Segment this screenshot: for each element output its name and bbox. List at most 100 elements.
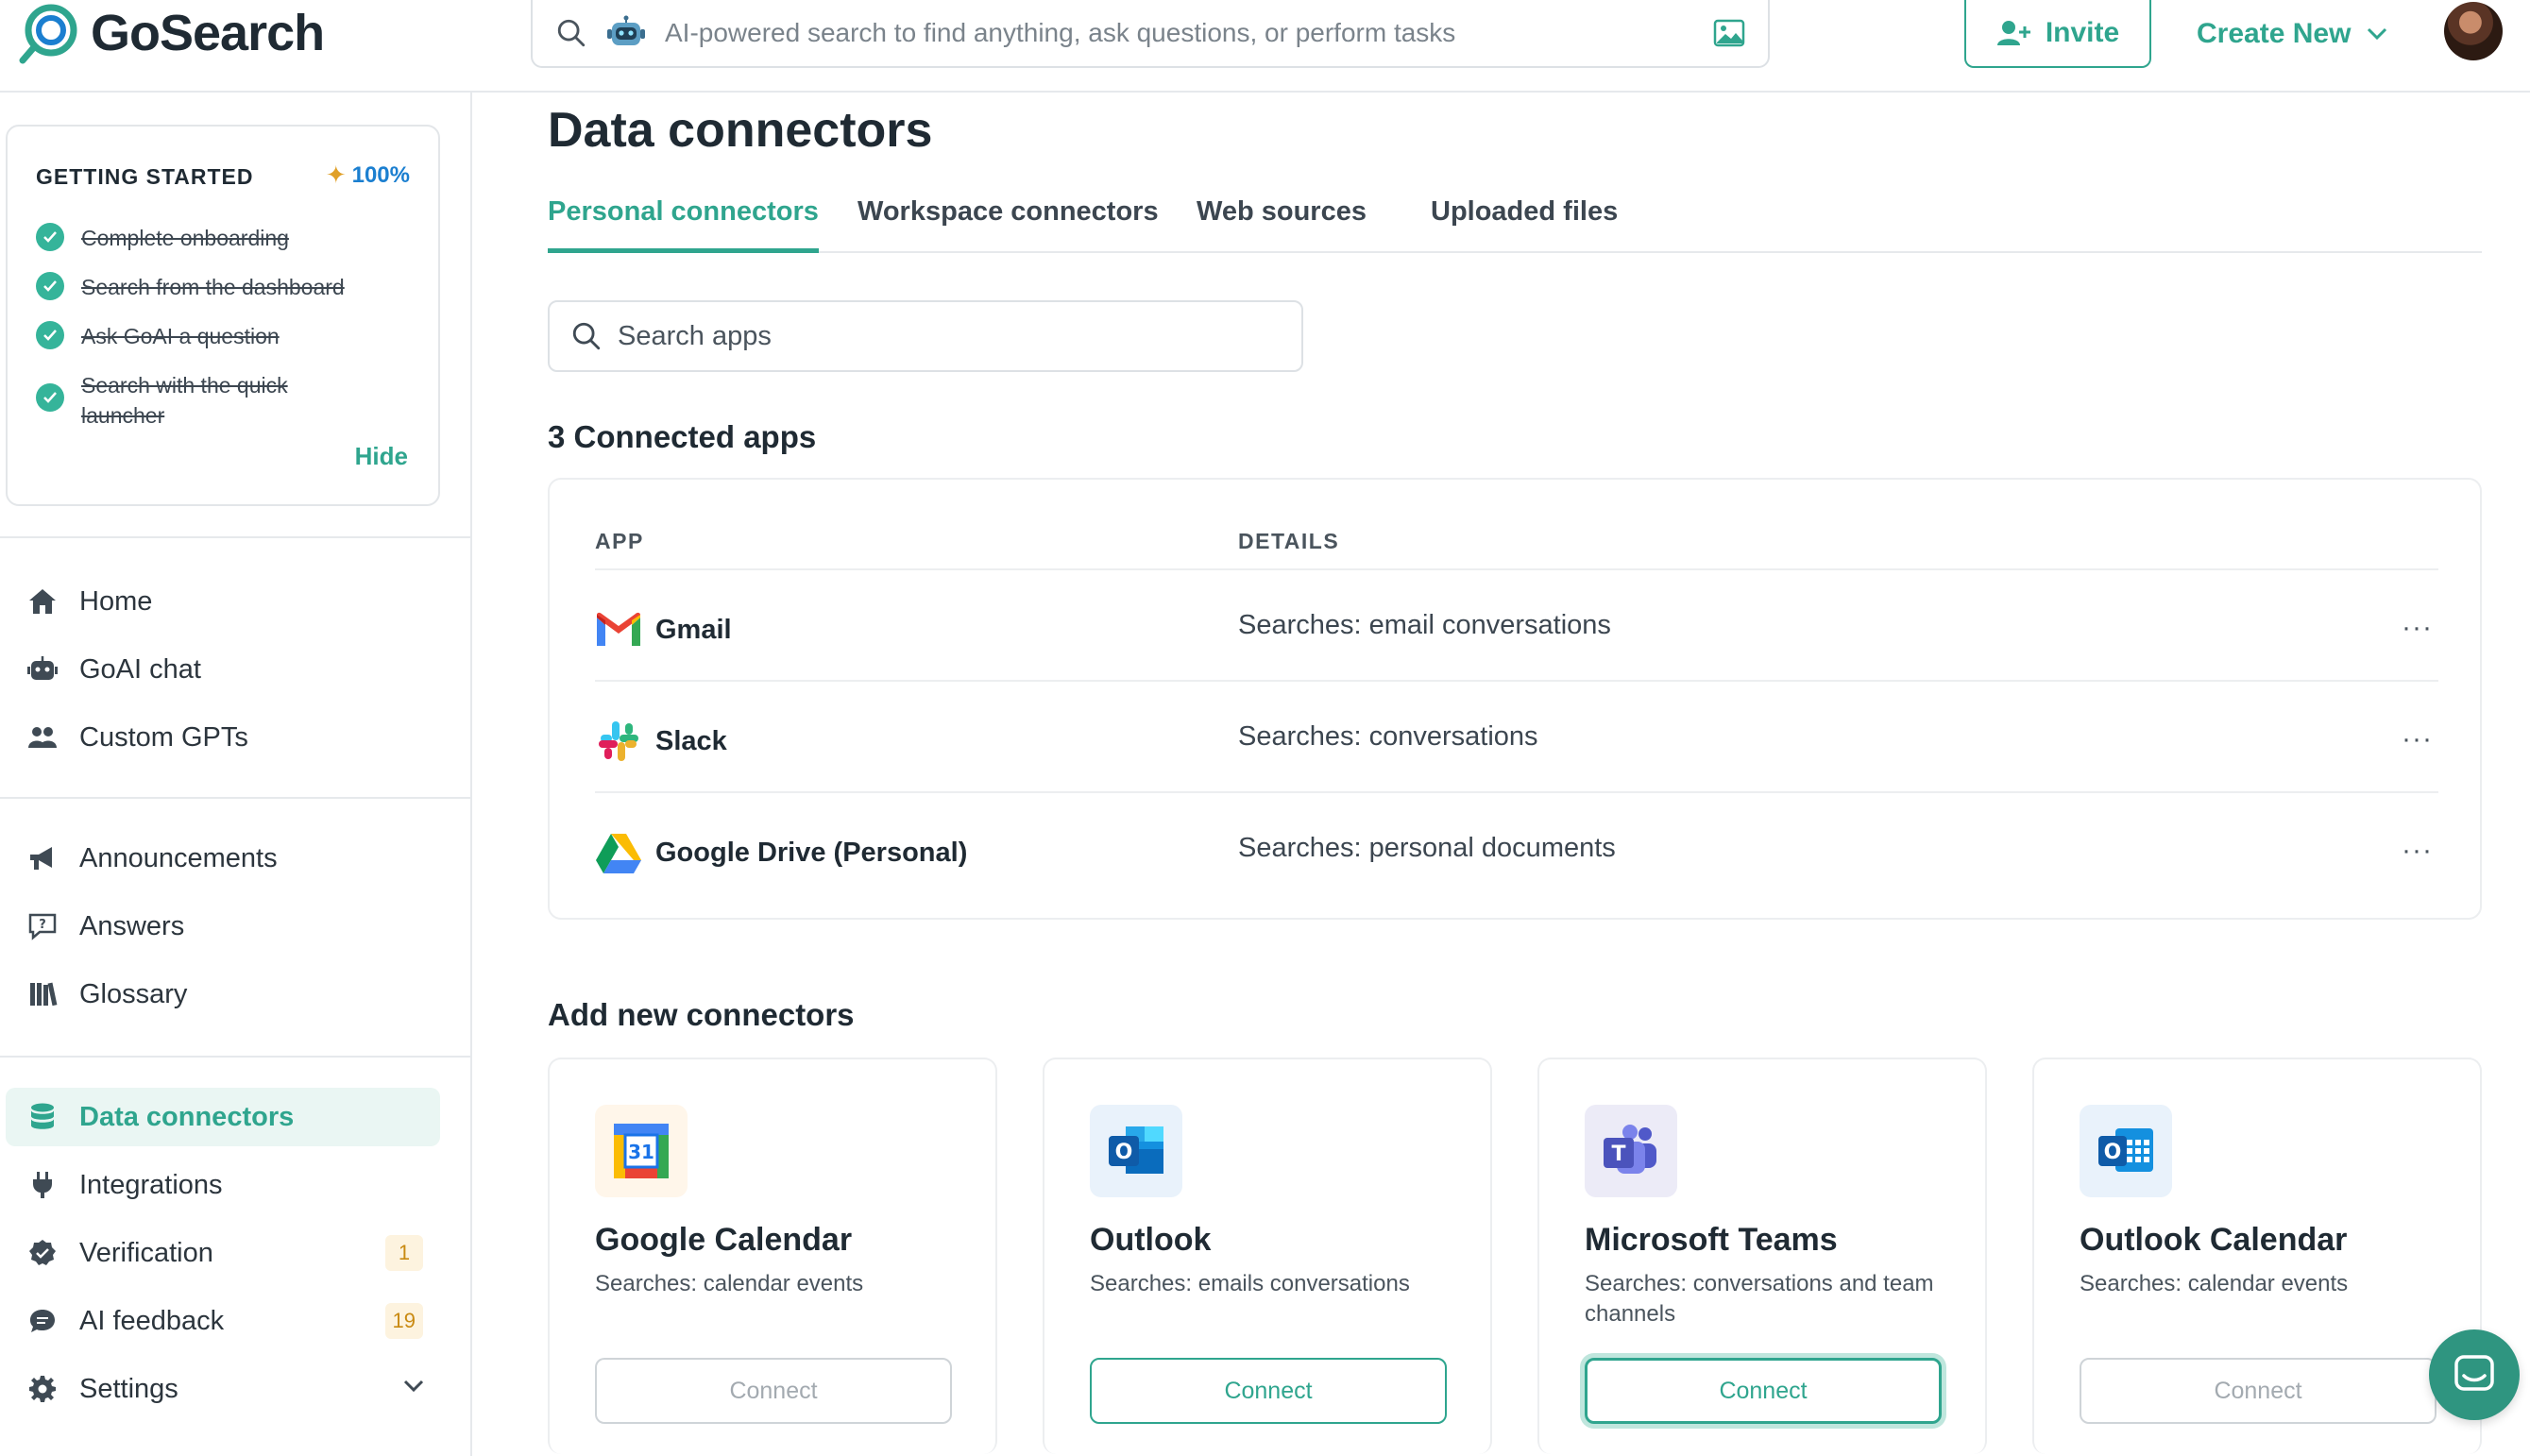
search-apps-input[interactable]: Search apps [548, 300, 1303, 372]
teams-letter: T [1611, 1143, 1625, 1166]
connected-apps-table: APP DETAILS Gmail Searches: email conver… [548, 478, 2482, 920]
table-row[interactable]: Gmail Searches: email conversations ··· [595, 568, 2438, 680]
feedback-icon [26, 1305, 59, 1337]
more-options-button[interactable]: ··· [2402, 612, 2433, 644]
sidebar-item-announcements[interactable]: Announcements [6, 829, 440, 888]
google-drive-icon [595, 829, 642, 876]
sidebar: GETTING STARTED ✦ 100% Complete onboardi… [0, 93, 472, 1456]
more-options-button[interactable]: ··· [2402, 835, 2433, 867]
clapping-hands-icon: ✦ [325, 161, 347, 189]
progress-percent: 100% [351, 161, 410, 188]
checklist-item-label: Search from the dashboard [81, 275, 345, 299]
sidebar-item-goai-chat[interactable]: GoAI chat [6, 640, 440, 699]
app-details: Searches: email conversations [1238, 610, 1611, 640]
image-search-icon[interactable] [1713, 19, 1745, 47]
home-icon [26, 585, 59, 618]
microsoft-teams-icon: T [1585, 1105, 1677, 1197]
getting-started-title: GETTING STARTED [36, 164, 254, 189]
gear-icon [26, 1373, 59, 1405]
connect-button[interactable]: Connect [595, 1358, 952, 1424]
table-row[interactable]: Google Drive (Personal) Searches: person… [595, 791, 2438, 903]
sidebar-item-verification[interactable]: Verification 1 [6, 1224, 440, 1282]
sidebar-item-label: Announcements [79, 842, 278, 873]
create-new-label: Create New [2197, 18, 2352, 49]
chevron-down-icon [2368, 27, 2387, 41]
checklist-item-label: Search with the quick launcher [81, 373, 288, 428]
gmail-icon [595, 606, 642, 653]
checklist-item[interactable]: Ask GoAI a question [36, 321, 280, 351]
top-bar: GoSearch AI-powered search to find anyth… [0, 0, 2530, 93]
check-circle-icon [36, 383, 64, 412]
outlook-calendar-letter: O [2104, 1141, 2122, 1164]
app-details: Searches: personal documents [1238, 833, 1616, 863]
sidebar-divider [0, 797, 472, 799]
chevron-down-icon[interactable] [400, 1373, 427, 1407]
checklist-item[interactable]: Search from the dashboard [36, 272, 345, 302]
app-cell: Google Drive (Personal) [595, 829, 967, 876]
table-row[interactable]: Slack Searches: conversations ··· [595, 680, 2438, 791]
hide-getting-started-link[interactable]: Hide [355, 442, 408, 471]
page-title: Data connectors [548, 103, 933, 158]
global-search-bar[interactable]: AI-powered search to find anything, ask … [531, 0, 1770, 68]
sidebar-item-ai-feedback[interactable]: AI feedback 19 [6, 1292, 440, 1350]
connector-card-outlook-calendar: O Outlook Calendar Searches: calendar ev… [2032, 1058, 2482, 1454]
connector-card-google-calendar: 31 Google Calendar Searches: calendar ev… [548, 1058, 997, 1454]
sidebar-divider [0, 1056, 472, 1058]
connector-name: Outlook [1090, 1222, 1212, 1258]
main-content: Data connectors Personal connectors Work… [472, 93, 2530, 1456]
sidebar-item-custom-gpts[interactable]: Custom GPTs [6, 708, 440, 767]
database-icon [26, 1101, 59, 1133]
invite-label: Invite [2045, 17, 2120, 48]
check-circle-icon [36, 223, 64, 251]
connect-button[interactable]: Connect [2080, 1358, 2437, 1424]
tab-web-sources[interactable]: Web sources [1197, 196, 1367, 253]
tab-workspace-connectors[interactable]: Workspace connectors [857, 196, 1159, 253]
gosearch-logo-icon [19, 4, 77, 64]
sidebar-item-settings[interactable]: Settings [6, 1360, 440, 1418]
add-connectors-heading: Add new connectors [548, 997, 855, 1032]
brand-name: GoSearch [91, 5, 325, 61]
slack-icon [595, 718, 642, 765]
glossary-icon [26, 978, 59, 1010]
more-options-button[interactable]: ··· [2402, 723, 2433, 755]
sidebar-item-data-connectors[interactable]: Data connectors [6, 1088, 440, 1146]
app-cell: Slack [595, 718, 727, 765]
getting-started-progress: ✦ 100% [326, 161, 410, 190]
checklist-item[interactable]: Complete onboarding [36, 223, 289, 253]
connector-card-microsoft-teams: T Microsoft Teams Searches: conversation… [1537, 1058, 1987, 1454]
svg-text:?: ? [39, 918, 46, 932]
sidebar-item-label: AI feedback [79, 1305, 225, 1336]
tab-personal-connectors[interactable]: Personal connectors [548, 196, 819, 253]
connector-description: Searches: calendar events [2080, 1271, 2349, 1296]
tab-uploaded-files[interactable]: Uploaded files [1431, 196, 1618, 253]
verified-icon [26, 1237, 59, 1269]
sidebar-item-integrations[interactable]: Integrations [6, 1156, 440, 1214]
add-user-icon [1996, 21, 2030, 45]
invite-button[interactable]: Invite [1964, 0, 2151, 68]
sidebar-item-label: Verification [79, 1237, 213, 1268]
checklist-item[interactable]: Search with the quick launcher [36, 370, 319, 431]
gosearch-logo[interactable]: GoSearch [17, 2, 325, 64]
sidebar-item-home[interactable]: Home [6, 572, 440, 631]
connected-apps-heading: 3 Connected apps [548, 419, 817, 454]
ai-feedback-count-badge: 19 [384, 1303, 423, 1339]
check-circle-icon [36, 321, 64, 349]
verification-count-badge: 1 [385, 1235, 423, 1271]
sidebar-item-glossary[interactable]: Glossary [6, 965, 440, 1024]
support-chat-button[interactable] [2429, 1329, 2520, 1420]
connect-button[interactable]: Connect [1585, 1358, 1942, 1424]
plug-icon [26, 1169, 59, 1201]
sidebar-item-answers[interactable]: ? Answers [6, 897, 440, 956]
create-new-button[interactable]: Create New [2197, 13, 2388, 55]
connector-description: Searches: conversations and team channel… [1585, 1271, 1934, 1327]
user-avatar[interactable] [2444, 2, 2503, 60]
sidebar-divider [0, 536, 472, 538]
app-cell: Gmail [595, 606, 732, 653]
connector-tabs: Personal connectors Workspace connectors… [548, 196, 2482, 253]
checklist-item-label: Complete onboarding [81, 226, 289, 250]
outlook-letter: O [1115, 1141, 1133, 1164]
connect-button[interactable]: Connect [1090, 1358, 1447, 1424]
connector-card-outlook: O Outlook Searches: emails conversations… [1043, 1058, 1492, 1454]
connector-description: Searches: calendar events [595, 1271, 864, 1296]
sidebar-item-label: Glossary [79, 978, 188, 1009]
